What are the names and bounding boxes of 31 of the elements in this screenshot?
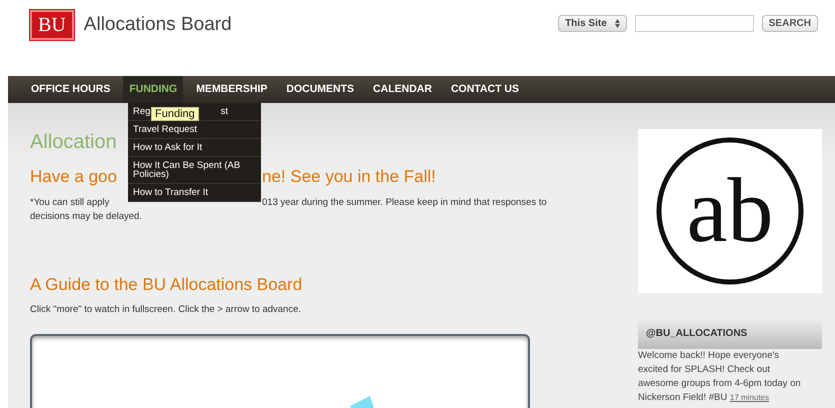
menu-item[interactable]: How to Transfer It <box>128 184 261 202</box>
section-title: A Guide to the BU Allocations Board <box>30 274 304 296</box>
page-title: Allocation <box>30 131 117 153</box>
notice-text: 013 year during the summer. Please keep in mind that responses to <box>262 196 547 208</box>
updown-icon <box>614 19 620 28</box>
site-title: Allocations Board <box>84 12 232 37</box>
ab-logo: ab <box>638 129 822 293</box>
menu-item-text[interactable]: Reg <box>133 107 150 116</box>
scope-select[interactable]: This Site <box>558 15 627 32</box>
twitter-handle: @BU_ALLOCATIONS <box>638 318 822 349</box>
notice-heading: Have a goo <box>30 167 117 186</box>
tooltip: Funding <box>151 107 199 121</box>
nav-link[interactable]: FUNDING <box>123 76 184 103</box>
search-button[interactable]: SEARCH <box>762 15 818 32</box>
logo-mark[interactable]: BU <box>30 10 74 40</box>
menu-item[interactable]: How It Can Be Spent (AB Policies) <box>128 157 261 184</box>
nav-link[interactable]: DOCUMENTS <box>280 76 360 103</box>
tweet-text: Welcome back!! Hope everyone's excited for SPLASH! Check out awesome groups from 4-6pm today on Nickerson Field! #BU 17 minutes <box>638 349 802 405</box>
notice-text: *You can still apply <box>30 196 110 208</box>
menu-item-text[interactable]: st <box>220 107 228 116</box>
instruction-text: Click "more" to watch in fullscreen. Click the > arrow to advance. <box>30 303 302 317</box>
nav-link[interactable]: CONTACT US <box>444 76 526 103</box>
menu-item[interactable]: How to Ask for It <box>128 139 261 157</box>
notice-heading: ne! See you in the Fall! <box>262 167 436 186</box>
presentation-frame[interactable] <box>30 334 530 408</box>
nav-link[interactable]: CALENDAR <box>367 76 438 103</box>
search-field[interactable] <box>634 15 754 32</box>
nav-link[interactable]: OFFICE HOURS <box>25 76 116 103</box>
nav-link[interactable]: MEMBERSHIP <box>190 76 274 103</box>
tweet-time-link[interactable]: 17 minutes <box>730 393 770 402</box>
notice-text: decisions may be delayed. <box>30 210 142 222</box>
